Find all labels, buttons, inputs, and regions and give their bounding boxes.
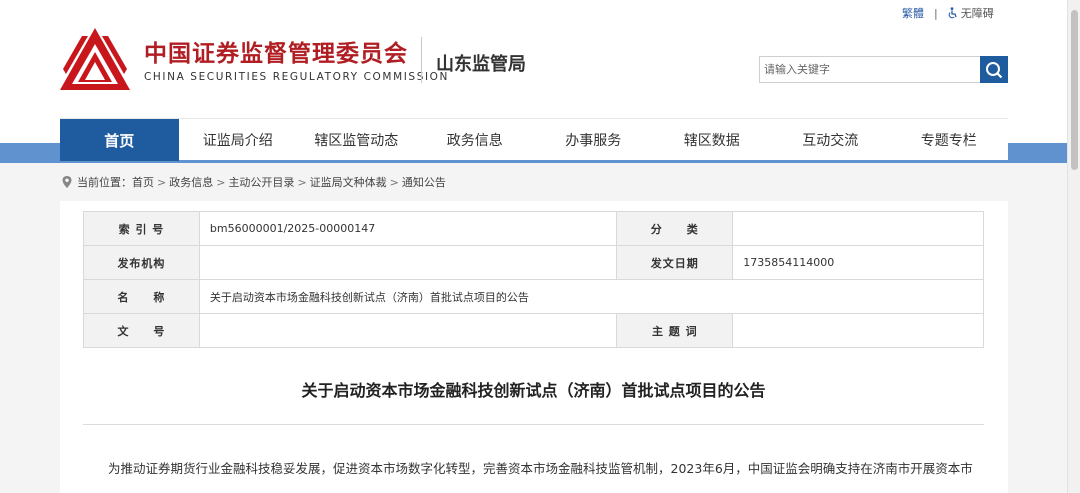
vertical-scrollbar[interactable]: [1067, 0, 1080, 493]
search-box: [759, 56, 1008, 83]
subject-value: [732, 313, 984, 348]
nav-item-data[interactable]: 辖区数据: [653, 119, 772, 161]
breadcrumb-prefix: 当前位置：: [77, 176, 132, 189]
nav-item-regulatory-news[interactable]: 辖区监管动态: [297, 119, 416, 161]
breadcrumb-gov-info[interactable]: 政务信息: [169, 174, 213, 190]
top-links-separator: |: [934, 6, 938, 20]
top-links: 繁體 | 无障碍: [902, 5, 994, 21]
nav-item-services[interactable]: 办事服务: [534, 119, 653, 161]
breadcrumb-notices[interactable]: 通知公告: [402, 174, 446, 190]
nav-item-bureau-intro[interactable]: 证监局介绍: [179, 119, 298, 161]
docno-value: [198, 313, 618, 348]
date-label: 发文日期: [616, 245, 734, 280]
org-name-en: CHINA SECURITIES REGULATORY COMMISSION: [144, 71, 449, 83]
document-metadata-table: 索 引 号 bm56000001/2025-00000147 分 类 发布机构 …: [83, 211, 985, 348]
table-row: 索 引 号 bm56000001/2025-00000147 分 类: [83, 211, 984, 246]
breadcrumb-public-catalog[interactable]: 主动公开目录: [228, 174, 294, 190]
nav-item-gov-info[interactable]: 政务信息: [416, 119, 535, 161]
category-label: 分 类: [616, 211, 734, 246]
breadcrumb-doc-genre[interactable]: 证监局文种体裁: [310, 174, 387, 190]
article-paragraph: 为推动证券期货行业金融科技稳妥发展，促进资本市场数字化转型，完善资本市场金融科技…: [108, 461, 973, 476]
nav-item-home[interactable]: 首页: [60, 119, 179, 161]
publisher-label: 发布机构: [83, 245, 200, 280]
accessibility-link[interactable]: 无障碍: [961, 5, 994, 21]
table-row: 文 号 主 题 词: [83, 313, 984, 348]
breadcrumb-separator: >: [389, 175, 399, 189]
search-icon: [986, 61, 1003, 78]
search-input[interactable]: [760, 57, 980, 82]
search-button[interactable]: [980, 56, 1008, 83]
index-label: 索 引 号: [83, 211, 200, 246]
header-divider: [421, 37, 422, 83]
accessibility-icon: [948, 7, 957, 19]
breadcrumb-separator: >: [157, 175, 167, 189]
subject-label: 主 题 词: [616, 313, 734, 348]
index-value: bm56000001/2025-00000147: [198, 211, 618, 246]
scrollbar-thumb[interactable]: [1071, 10, 1078, 170]
nav-item-topics[interactable]: 专题专栏: [890, 119, 1009, 161]
date-value: 1735854114000: [732, 245, 984, 280]
table-row: 发布机构 发文日期 1735854114000: [83, 245, 984, 280]
table-row: 名 称 关于启动资本市场金融科技创新试点（济南）首批试点项目的公告: [83, 279, 985, 314]
bureau-name: 山东监管局: [436, 54, 526, 75]
breadcrumb-separator: >: [297, 175, 307, 189]
title-divider: [83, 424, 984, 425]
breadcrumb-home[interactable]: 首页: [132, 174, 154, 190]
breadcrumb-separator: >: [216, 175, 226, 189]
category-value: [732, 211, 984, 246]
site-header: 中国证券监督管理委员会 CHINA SECURITIES REGULATORY …: [0, 0, 1067, 118]
traditional-chinese-link[interactable]: 繁體: [902, 5, 924, 21]
main-nav: 首页 证监局介绍 辖区监管动态 政务信息 办事服务 辖区数据 互动交流 专题专栏: [60, 118, 1009, 161]
publisher-value: [198, 245, 618, 280]
org-name-cn: 中国证券监督管理委员会: [144, 41, 408, 67]
docno-label: 文 号: [83, 313, 200, 348]
article-title: 关于启动资本市场金融科技创新试点（济南）首批试点项目的公告: [301, 381, 766, 400]
name-value: 关于启动资本市场金融科技创新试点（济南）首批试点项目的公告: [198, 279, 985, 314]
nav-item-interaction[interactable]: 互动交流: [771, 119, 890, 161]
name-label: 名 称: [83, 279, 200, 314]
csrc-logo[interactable]: [58, 26, 132, 92]
location-pin-icon: [62, 176, 72, 188]
breadcrumb: 当前位置： 首页 > 政务信息 > 主动公开目录 > 证监局文种体裁 > 通知公…: [62, 174, 446, 190]
